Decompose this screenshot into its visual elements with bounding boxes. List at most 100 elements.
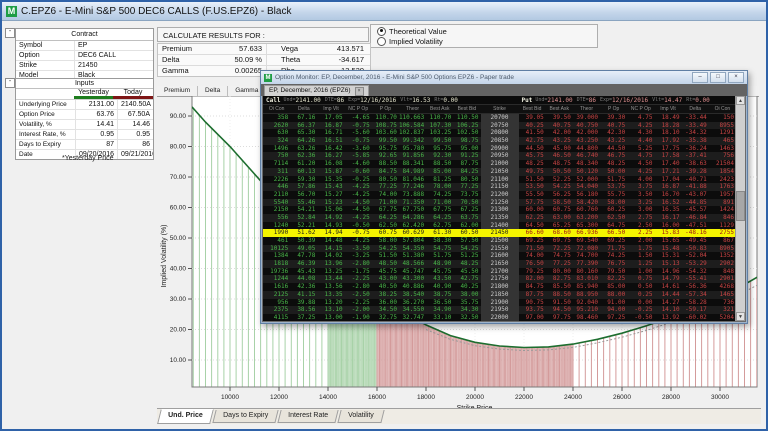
option-chain-row[interactable]: 211056.7015.27-4.2574.0073.88874.2573.75… [263, 191, 736, 199]
strike-cell: 21400 [481, 222, 519, 230]
call-cell: 110.70 [426, 114, 453, 122]
call-cell: 95.00 [453, 145, 480, 153]
call-cell: 87.75 [453, 160, 480, 168]
calc-label: Theta [267, 55, 329, 65]
option-monitor-window[interactable]: M Option Monitor: EP, December, 2016 - E… [260, 70, 748, 324]
bottom-tab-und-price[interactable]: Und. Price [157, 409, 213, 424]
monitor-tab[interactable]: EP, December, 2016 (EPZ6) × [264, 85, 369, 96]
call-cell: 14.15 [317, 245, 344, 253]
option-chain-row[interactable]: 138447.7814.02-3.2551.5051.38051.7551.25… [263, 252, 736, 260]
option-chain-row[interactable]: 1012549.0514.15-3.5054.2554.35054.7554.2… [263, 245, 736, 253]
option-chain-row[interactable]: 411537.2513.00-1.9032.7532.74733.1032.50… [263, 314, 736, 321]
radio-option-theoretical-value[interactable]: Theoretical Value [377, 26, 597, 36]
scrollbar-thumb[interactable] [736, 191, 745, 221]
call-cell: 13.56 [317, 283, 344, 291]
put-cell: 2.75 [627, 214, 654, 222]
maximize-button[interactable]: □ [710, 72, 726, 83]
call-cell: 13.00 [317, 314, 344, 321]
close-button[interactable]: × [728, 72, 744, 83]
bottom-tab-days-to-expiry[interactable]: Days to Expiry [212, 410, 278, 423]
tab-close-icon[interactable]: × [355, 87, 364, 96]
inputs-yesterday-value: 63.76 [76, 110, 118, 119]
strike-cell: 20950 [481, 152, 519, 160]
option-chain-row[interactable]: 222659.3015.35-0.2580.5081.04681.2580.50… [263, 176, 736, 184]
option-chain-row[interactable]: 95639.8813.20-2.2536.0036.27036.5035.752… [263, 299, 736, 307]
put-col-header: Theor [573, 105, 600, 113]
call-cell: 45.747 [399, 268, 426, 276]
call-cell: 91.856 [399, 152, 426, 160]
strike-col-header: Strike [481, 105, 519, 113]
scroll-down-arrow-icon[interactable]: ▼ [736, 312, 745, 321]
put-cell: 2.25 [627, 229, 654, 237]
option-chain-row[interactable]: 237538.5613.10-2.0034.5034.55034.9034.30… [263, 306, 736, 314]
put-cell: 5.25 [627, 145, 654, 153]
inputs-today-value: 67.50A [118, 110, 153, 119]
option-chain-row[interactable]: 262066.3716.87-0.75108.75106.584107.3010… [263, 122, 736, 130]
put-cell: 64.50 [519, 222, 546, 230]
bottom-tab-volatility[interactable]: Volatility [337, 410, 384, 423]
put-cell: 0.00 [627, 299, 654, 307]
option-chain-row[interactable]: 711461.2016.08-4.6088.5088.34188.5087.75… [263, 160, 736, 168]
option-chain-row[interactable]: 32464.2616.51-0.7599.5099.34299.5098.752… [263, 137, 736, 145]
option-chain-row[interactable]: 1973645.4313.25-1.7545.7545.74745.7545.5… [263, 268, 736, 276]
collapse-contract-button[interactable]: - [5, 28, 15, 38]
option-chain-row[interactable]: 75062.3616.27-5.8592.6591.85692.3091.252… [263, 152, 736, 160]
monitor-scrollbar[interactable]: ▲ ▼ [735, 96, 745, 321]
option-chain-row[interactable]: 212541.1513.35-2.5038.2538.54038.7538.00… [263, 291, 736, 299]
option-chain-row[interactable]: 63065.3016.71-5.60103.60102.837103.25102… [263, 129, 736, 137]
radio-icon[interactable] [377, 27, 386, 36]
call-cell: 51.25 [453, 252, 480, 260]
chart-tab-premium[interactable]: Premium [157, 86, 198, 96]
option-chain-row[interactable]: 44657.8615.43-4.2577.2577.24678.0077.252… [263, 183, 736, 191]
put-cell: 14.44 [654, 291, 681, 299]
put-cell: 4.75 [627, 114, 654, 122]
call-cell: 13.25 [317, 268, 344, 276]
radio-icon[interactable] [377, 37, 386, 46]
put-cell: 1465 [709, 291, 736, 299]
option-chain-row[interactable]: 31160.1315.87-0.6084.7584.98985.0084.252… [263, 168, 736, 176]
call-cell: -2.80 [345, 283, 372, 291]
contract-row: SymbolEP [16, 41, 153, 51]
call-cell: -4.60 [345, 160, 372, 168]
info-value: 2141.00 [296, 97, 321, 104]
put-cell: 85.50 [546, 283, 573, 291]
option-monitor-titlebar[interactable]: M Option Monitor: EP, December, 2016 - E… [261, 71, 747, 84]
call-cell: 45.43 [290, 268, 317, 276]
put-cell: 4.00 [627, 176, 654, 184]
chart-tab-delta[interactable]: Delta [198, 86, 228, 96]
call-cell: 43.50 [426, 275, 453, 283]
collapse-inputs-button[interactable]: - [5, 78, 15, 88]
put-cell: 45.75 [519, 152, 546, 160]
option-chain-row[interactable]: 554055.4615.23-4.5071.0071.35071.0070.50… [263, 199, 736, 207]
option-chain-row[interactable]: 35867.1617.05-4.65110.70110.663110.70110… [263, 114, 736, 122]
put-cell: 5204 [709, 314, 736, 321]
option-chain-row[interactable]: 46150.3914.48-4.2558.0057.80458.3057.502… [263, 237, 736, 245]
option-chain-row[interactable]: 124444.0813.44-2.2543.0043.30043.5042.75… [263, 275, 736, 283]
option-chain-row[interactable]: 215054.2115.06-4.5067.7567.75067.7567.25… [263, 206, 736, 214]
minimize-button[interactable]: – [692, 72, 708, 83]
title-bar[interactable]: M C.EPZ6 - E-Mini S&P 500 DEC6 CALLS (F.… [2, 2, 766, 21]
option-chain-row[interactable]: 181846.3913.96-2.8048.5048.56648.9048.25… [263, 260, 736, 268]
bottom-tab-label: Days to Expiry [223, 410, 268, 422]
call-cell: 95.780 [399, 145, 426, 153]
call-cell: 81.25 [426, 176, 453, 184]
inputs-row: Option Price63.7667.50A [16, 110, 153, 120]
call-cell: 2125 [263, 291, 290, 299]
option-chain-row[interactable]: 199051.6214.94-0.7560.7560.62961.3060.50… [263, 229, 736, 237]
info-value: 14.47 [664, 97, 682, 104]
call-cell: 10125 [263, 245, 290, 253]
option-chain-row[interactable]: 161642.3613.56-2.8040.5040.88640.9040.25… [263, 283, 736, 291]
call-cell: 1240 [263, 222, 290, 230]
option-chain-row[interactable]: 55652.8414.92-4.2564.2564.28664.2563.752… [263, 214, 736, 222]
option-chain-row[interactable]: 124052.2114.93-0.5062.5062.42062.7562.00… [263, 222, 736, 230]
option-chain-row[interactable]: 149663.2616.42-3.6095.7595.78095.7595.00… [263, 145, 736, 153]
bottom-tab-interest-rate[interactable]: Interest Rate [277, 410, 338, 423]
strike-cell: 22000 [481, 314, 519, 321]
strike-cell: 21300 [481, 206, 519, 214]
scroll-up-arrow-icon[interactable]: ▲ [736, 96, 745, 105]
call-cell: 14.93 [317, 222, 344, 230]
inputs-row-label: Option Price [16, 110, 76, 119]
radio-option-implied-volatility[interactable]: Implied Volatility [377, 36, 597, 46]
call-cell: 13.20 [317, 299, 344, 307]
call-info-bar: CallUnd=2141.00DTE=86Exp=12/16/2016Vlt=1… [263, 96, 481, 104]
